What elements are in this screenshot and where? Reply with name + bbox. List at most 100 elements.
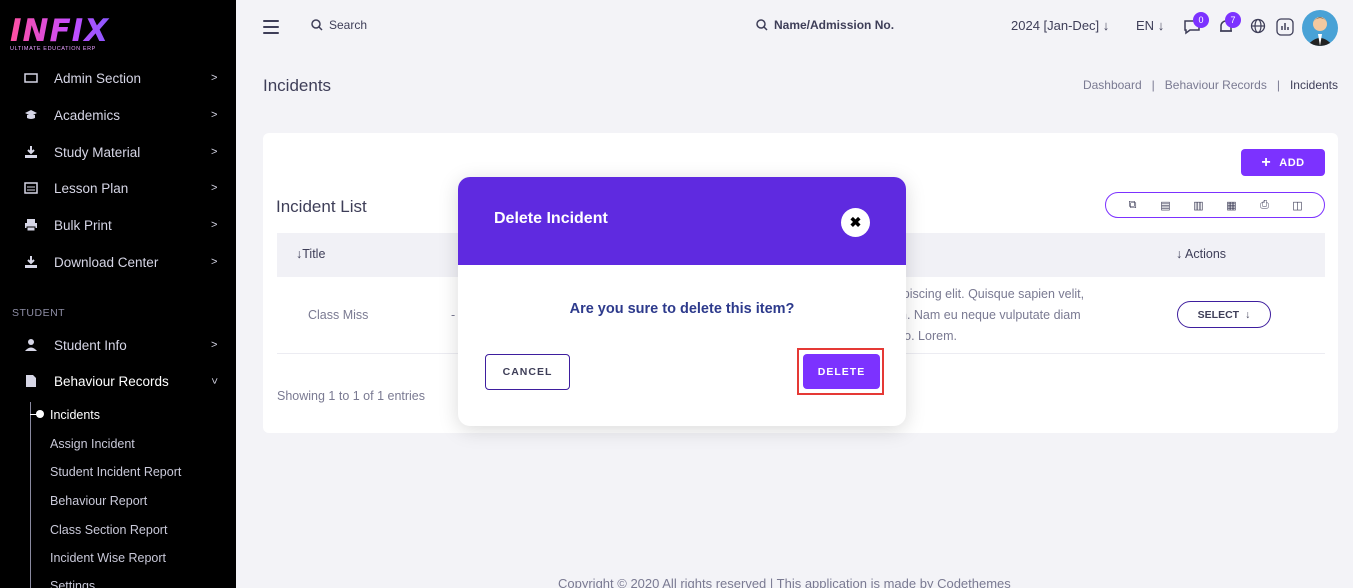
cancel-button[interactable]: CANCEL [485,354,570,390]
print-icon[interactable]: ⎙ [1259,199,1271,211]
select-button[interactable]: SELECT ↓ [1177,301,1271,328]
columns-icon[interactable]: ◫ [1292,199,1304,212]
sidebar-item-label: Admin Section [54,70,142,86]
submenu-item-assign-incident[interactable]: Assign Incident [50,437,135,451]
column-title-label: Title [302,247,326,261]
language-select[interactable]: EN ↓ [1136,18,1164,33]
submenu-item-student-incident-report[interactable]: Student Incident Report [50,465,181,479]
logo[interactable]: INFIX ULTIMATE EDUCATION ERP [10,12,120,58]
cell-title: Class Miss [308,308,369,322]
sidebar-item-bulk-print[interactable]: Bulk Print > [0,210,236,240]
delete-highlight: DELETE [797,348,884,395]
globe-icon[interactable] [1250,18,1268,36]
submenu-item-incident-wise-report[interactable]: Incident Wise Report [50,551,166,565]
sidebar-item-label: Download Center [54,254,159,270]
submenu-item-behaviour-report[interactable]: Behaviour Report [50,494,147,508]
sidebar-item-academics[interactable]: Academics > [0,100,236,130]
breadcrumb: Dashboard | Behaviour Records | Incident… [1083,78,1338,92]
copy-icon[interactable]: ⧉ [1127,199,1139,211]
list-icon [24,181,38,195]
sidebar-item-label: Behaviour Records [54,373,169,389]
select-label: SELECT [1197,308,1240,321]
sidebar-item-student-info[interactable]: Student Info > [0,330,236,360]
download-icon [24,145,38,159]
close-icon[interactable]: ✖ [841,208,870,237]
student-search-label: Name/Admission No. [774,18,895,32]
submenu-item-class-section-report[interactable]: Class Section Report [50,523,167,537]
showing-entries: Showing 1 to 1 of 1 entries [277,389,426,403]
page-title: Incidents [263,76,332,95]
modal-header: Delete Incident ✖ [458,177,906,265]
arrow-down-icon: ↓ [1102,18,1110,33]
notification-badge: 7 [1225,12,1241,28]
cell-description: ipiscing elit. Quisque sapien velit, n. … [900,284,1130,347]
academic-year-select[interactable]: 2024 [Jan-Dec] ↓ [1011,18,1109,33]
sidebar-item-study-material[interactable]: Study Material > [0,137,236,167]
list-title: Incident List [276,197,367,216]
column-title[interactable]: ↓Title [296,247,325,261]
breadcrumb-separator: | [1276,78,1280,92]
year-value: 2024 [Jan-Dec] [1011,18,1100,33]
chat-badge: 0 [1193,12,1209,28]
desc-line: n. Nam eu neque vulputate diam [900,308,1081,322]
chevron-right-icon: > [211,72,218,84]
breadcrumb-separator: | [1151,78,1155,92]
search-field[interactable]: Search [311,18,367,32]
plus-icon: + [1261,153,1272,171]
sidebar: INFIX ULTIMATE EDUCATION ERP Admin Secti… [0,0,236,588]
sidebar-item-label: Academics [54,107,121,123]
sidebar-item-label: Study Material [54,144,141,160]
chevron-right-icon: > [211,109,218,121]
download-icon [24,255,38,269]
logo-text: INFIX [10,12,120,50]
breadcrumb-dashboard[interactable]: Dashboard [1083,78,1142,92]
pdf-icon[interactable]: ▦ [1226,199,1238,212]
sidebar-item-label: Lesson Plan [54,180,129,196]
sidebar-section-student: STUDENT [12,307,66,319]
chevron-right-icon: > [211,219,218,231]
chevron-right-icon: > [211,256,218,268]
column-actions[interactable]: ↓ Actions [1176,247,1226,261]
search-icon [311,19,323,31]
sidebar-item-label: Bulk Print [54,217,112,233]
sidebar-item-download-center[interactable]: Download Center > [0,247,236,277]
lang-value: EN [1136,18,1155,33]
delete-button[interactable]: DELETE [803,354,880,389]
search-label: Search [329,18,368,32]
graduation-cap-icon [24,108,38,122]
avatar[interactable] [1302,10,1338,46]
modal-title: Delete Incident [494,210,608,227]
submenu-item-incidents[interactable]: Incidents [50,408,100,422]
breadcrumb-behaviour-records[interactable]: Behaviour Records [1165,78,1267,92]
submenu-item-settings[interactable]: Settings [50,579,95,588]
sidebar-item-admin-section[interactable]: Admin Section > [0,63,236,93]
footer-text: Copyright © 2020 All rights reserved | T… [558,576,1011,588]
sidebar-item-lesson-plan[interactable]: Lesson Plan > [0,173,236,203]
arrow-down-icon: ↓ [1157,18,1165,33]
csv-icon[interactable]: ▥ [1193,199,1205,212]
topbar: Search Name/Admission No. 2024 [Jan-Dec]… [236,0,1353,56]
export-toolbar: ⧉ ▤ ▥ ▦ ⎙ ◫ [1105,192,1325,218]
student-search-field[interactable]: Name/Admission No. [756,18,894,32]
sort-arrow-icon: ↓ [1176,247,1183,261]
sidebar-item-label: Student Info [54,337,127,353]
chevron-right-icon: > [211,182,218,194]
modal-question: Are you sure to delete this item? [569,301,795,317]
desc-line: ipiscing elit. Quisque sapien velit, [900,287,1085,301]
add-label: ADD [1279,156,1305,169]
excel-icon[interactable]: ▤ [1160,199,1172,212]
sidebar-item-behaviour-records[interactable]: Behaviour Records > [0,366,236,396]
column-actions-label: Actions [1185,247,1227,261]
chevron-down-icon: > [208,377,221,385]
desc-line: ro. Lorem. [900,329,957,343]
search-icon [756,19,768,31]
chart-icon[interactable] [1276,18,1294,36]
menu-icon[interactable] [263,20,279,34]
active-dot [36,410,44,418]
chevron-right-icon: > [211,339,218,351]
user-icon [24,338,38,352]
chevron-right-icon: > [211,146,218,158]
file-icon [24,374,38,388]
add-button[interactable]: + ADD [1241,149,1325,176]
breadcrumb-incidents: Incidents [1289,78,1338,92]
